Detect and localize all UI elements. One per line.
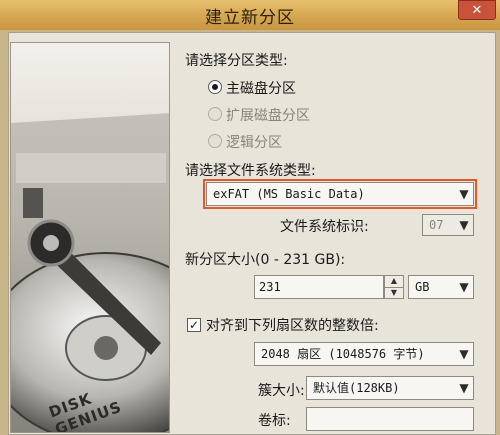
- radio-extended-label[interactable]: 扩展磁盘分区: [226, 105, 310, 125]
- radio-extended[interactable]: [208, 107, 222, 121]
- stepper-up-icon[interactable]: ▲: [385, 276, 403, 288]
- size-stepper[interactable]: ▲ ▼: [384, 275, 404, 299]
- align-select[interactable]: 2048 扇区 (1048576 字节) ▼: [254, 342, 474, 366]
- volume-label: 卷标:: [258, 413, 291, 429]
- filesystem-id-value: 07: [429, 218, 444, 232]
- align-checkbox[interactable]: ✓: [187, 318, 201, 332]
- radio-primary[interactable]: [208, 80, 222, 94]
- radio-primary-label[interactable]: 主磁盘分区: [226, 78, 296, 98]
- filesystem-value: exFAT (MS Basic Data): [213, 187, 365, 201]
- chevron-down-icon: ▼: [459, 280, 469, 294]
- partition-type-label: 请选择分区类型:: [185, 53, 288, 69]
- radio-logical-label[interactable]: 逻辑分区: [226, 132, 282, 152]
- close-button[interactable]: ✕: [458, 0, 496, 20]
- filesystem-id-select[interactable]: 07 ▼: [422, 214, 474, 236]
- size-unit-value: GB: [415, 280, 430, 294]
- disk-illustration: DISK GENIUS: [10, 42, 170, 433]
- chevron-down-icon: ▼: [459, 218, 469, 232]
- filesystem-id-label: 文件系统标识:: [280, 219, 369, 235]
- stepper-down-icon[interactable]: ▼: [385, 288, 403, 299]
- window-title: 建立新分区: [205, 8, 295, 28]
- cluster-size-label: 簇大小:: [258, 383, 305, 399]
- align-label[interactable]: 对齐到下列扇区数的整数倍:: [206, 315, 379, 335]
- close-icon: ✕: [471, 3, 483, 18]
- size-unit-select[interactable]: GB ▼: [408, 275, 474, 299]
- radio-logical[interactable]: [208, 134, 222, 148]
- chevron-down-icon: ▼: [459, 381, 469, 395]
- filesystem-label: 请选择文件系统类型:: [185, 163, 316, 179]
- chevron-down-icon: ▼: [459, 187, 469, 201]
- chevron-down-icon: ▼: [459, 347, 469, 361]
- align-value: 2048 扇区 (1048576 字节): [261, 347, 425, 361]
- filesystem-select[interactable]: exFAT (MS Basic Data) ▼: [203, 179, 477, 209]
- volume-input[interactable]: [306, 407, 474, 431]
- cluster-size-select[interactable]: 默认值(128KB) ▼: [306, 376, 474, 400]
- cluster-size-value: 默认值(128KB): [313, 381, 400, 395]
- size-input[interactable]: 231: [254, 275, 384, 299]
- size-label: 新分区大小(0 - 231 GB):: [185, 252, 346, 268]
